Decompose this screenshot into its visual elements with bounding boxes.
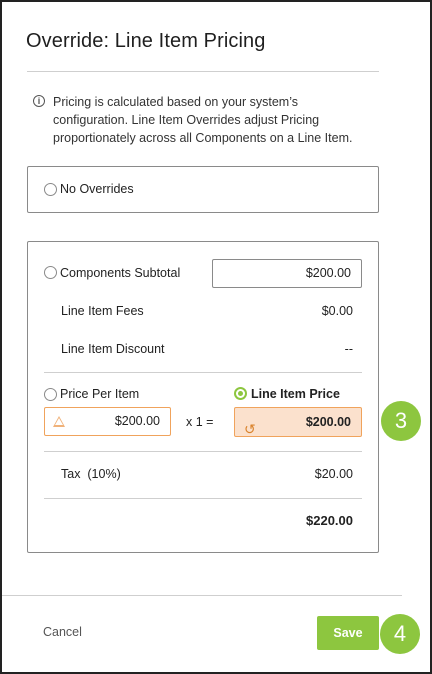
components-subtotal-value: $200.00 (305, 266, 351, 280)
components-subtotal-field[interactable]: $200.00 (212, 259, 362, 288)
dialog-title: Override: Line Item Pricing (26, 30, 266, 52)
divider (44, 451, 362, 452)
title-divider (27, 71, 379, 72)
price-per-item-field[interactable]: $200.00 (44, 407, 171, 436)
price-per-item-radio[interactable] (44, 388, 57, 401)
line-item-discount-value: -- (344, 342, 353, 356)
total-value: $220.00 (306, 513, 353, 528)
tax-value: $20.00 (314, 467, 353, 481)
line-item-fees-value: $0.00 (321, 304, 353, 318)
price-per-item-value: $200.00 (114, 414, 160, 428)
line-item-fees-label: Line Item Fees (61, 304, 144, 318)
step-callout-3: 3 (381, 401, 421, 441)
no-overrides-label: No Overrides (60, 182, 134, 196)
save-button[interactable]: Save (317, 616, 379, 650)
line-item-discount-label: Line Item Discount (61, 342, 165, 356)
info-message: i Pricing is calculated based on your sy… (33, 93, 373, 147)
divider (44, 498, 362, 499)
line-item-price-value: $200.00 (305, 415, 351, 429)
quantity-multiplier: x 1 = (186, 415, 214, 429)
line-item-price-label: Line Item Price (251, 387, 340, 401)
line-item-price-radio[interactable] (234, 387, 247, 400)
footer-divider (2, 595, 402, 596)
divider (44, 372, 362, 373)
line-item-price-field[interactable]: ↺ $200.00 (234, 407, 362, 437)
components-subtotal-label: Components Subtotal (60, 266, 181, 280)
step-callout-4: 4 (380, 614, 420, 654)
info-text: Pricing is calculated based on your syst… (53, 95, 353, 145)
cancel-button[interactable]: Cancel (43, 625, 82, 639)
warning-icon (53, 416, 65, 427)
no-overrides-radio[interactable] (44, 183, 57, 196)
tax-label: Tax (10%) (61, 467, 121, 481)
reset-icon[interactable]: ↺ (244, 415, 256, 443)
price-per-item-label: Price Per Item (60, 387, 140, 401)
info-icon: i (33, 95, 45, 107)
components-subtotal-radio[interactable] (44, 266, 57, 279)
